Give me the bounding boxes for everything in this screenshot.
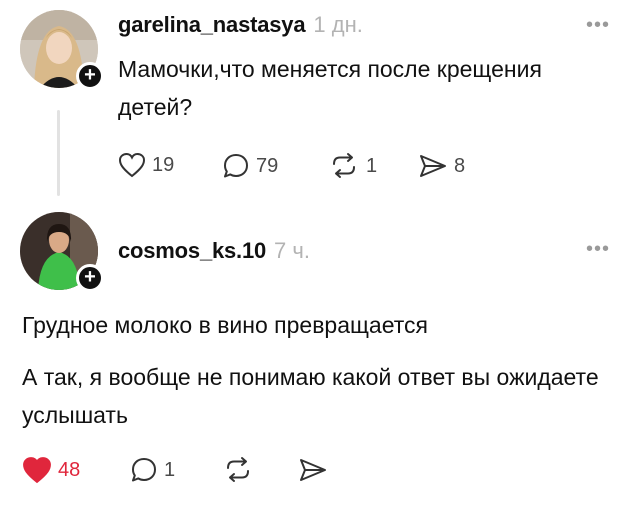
post-text-paragraph-2: А так, я вообще не понимаю какой ответ в…: [22, 364, 599, 428]
post-text: Мамочки,что меняется после крещения дете…: [118, 56, 542, 120]
more-options-icon[interactable]: •••: [586, 14, 610, 37]
share-button[interactable]: [298, 456, 328, 484]
repost-icon: [227, 457, 249, 482]
more-options-icon[interactable]: •••: [586, 238, 610, 261]
like-count: 48: [58, 458, 81, 481]
like-button[interactable]: 19: [118, 152, 174, 178]
follow-plus-icon[interactable]: +: [76, 264, 104, 292]
send-icon: [420, 155, 446, 177]
share-button[interactable]: 8: [418, 152, 465, 180]
reply-count: 79: [256, 154, 279, 177]
reply-count: 1: [164, 458, 176, 481]
username[interactable]: cosmos_ks.10: [118, 238, 266, 263]
post-text-paragraph-1: Грудное молоко в вино превращается: [22, 312, 428, 338]
repost-icon: [333, 153, 355, 178]
comment-icon: [224, 154, 248, 178]
heart-icon: [118, 152, 146, 178]
username[interactable]: garelina_nastasya: [118, 12, 306, 37]
comment-icon: [132, 458, 156, 482]
reply-button[interactable]: 1: [130, 456, 175, 484]
repost-button[interactable]: [222, 456, 254, 484]
post-header: garelina_nastasya 1 дн.: [118, 12, 363, 38]
share-count: 8: [454, 154, 466, 177]
timestamp: 7 ч.: [274, 238, 310, 263]
repost-count: 1: [366, 154, 378, 177]
thread-line: [57, 110, 60, 196]
heart-filled-icon: [23, 457, 51, 484]
send-icon: [300, 459, 326, 481]
reply-button[interactable]: 79: [222, 152, 278, 180]
follow-plus-icon[interactable]: +: [76, 62, 104, 90]
repost-button[interactable]: 1: [328, 152, 377, 180]
timestamp: 1 дн.: [313, 12, 363, 37]
like-count: 19: [152, 153, 175, 176]
like-button[interactable]: 48: [22, 456, 80, 484]
post-header: cosmos_ks.10 7 ч.: [118, 238, 310, 264]
